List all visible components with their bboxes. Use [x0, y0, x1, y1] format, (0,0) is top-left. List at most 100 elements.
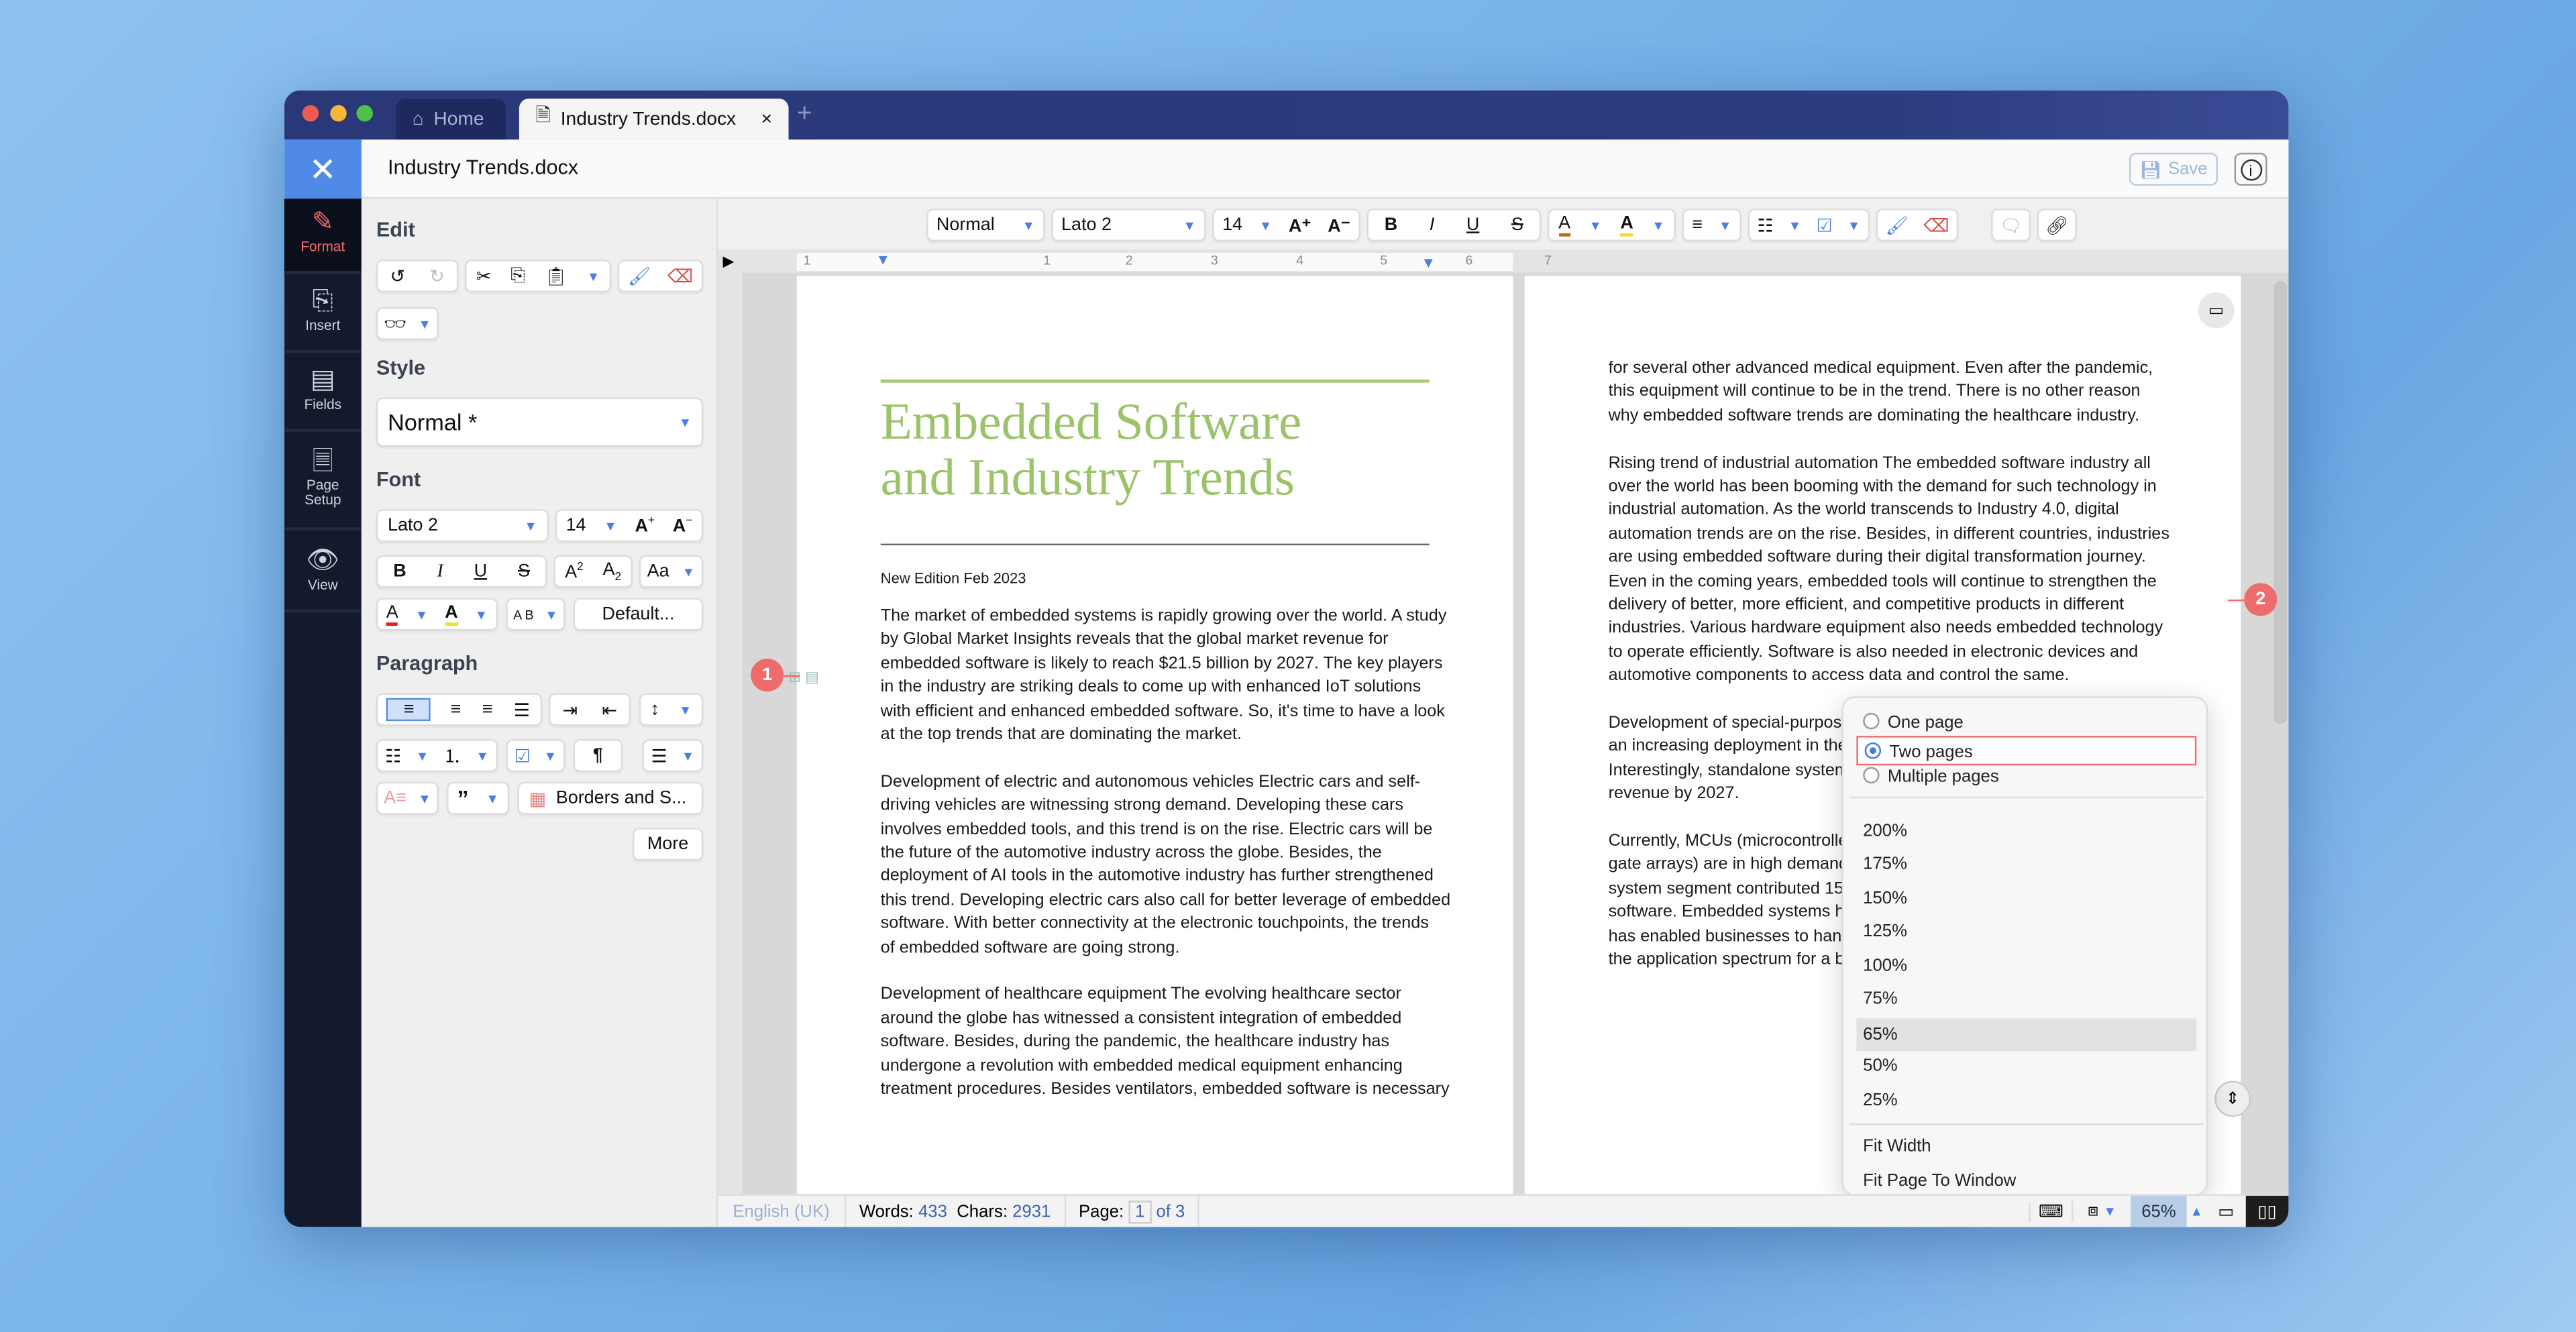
clear-format-icon[interactable]: ⌫	[667, 266, 693, 286]
paragraph[interactable]: Development of electric and autonomous v…	[881, 772, 1450, 961]
comment-button[interactable]: 🗨︎	[1991, 209, 2031, 242]
subscript-icon[interactable]: A2	[602, 560, 621, 584]
minimize-window-button[interactable]	[330, 105, 347, 122]
redo-icon[interactable]: ↻	[429, 266, 445, 286]
page-navigation-button[interactable]: ⇕	[2214, 1080, 2251, 1117]
menu-zoom-100[interactable]: 100%	[1856, 950, 2196, 980]
drop-cap-button[interactable]: A≡ ▼	[376, 781, 439, 815]
bullet-list-icon[interactable]: ☷	[385, 745, 401, 766]
single-page-view-icon[interactable]: ▭	[2206, 1201, 2246, 1221]
zoom-button[interactable]: 65%	[2131, 1195, 2187, 1227]
chevron-down-icon[interactable]: ▼	[475, 607, 488, 622]
decrease-font-icon[interactable]: A−	[673, 515, 693, 536]
horizontal-ruler[interactable]: ▶ 1 1 2 3 4 5 6 7 ▼ ▼	[718, 251, 2289, 273]
chevron-down-icon[interactable]: ▼	[1652, 217, 1664, 232]
menu-zoom-75[interactable]: 75%	[1856, 984, 2196, 1013]
rail-page-setup[interactable]: 🗏 Page Setup	[284, 439, 362, 531]
format-painter-icon[interactable]: 🖌︎	[1885, 215, 1908, 235]
bold-icon[interactable]: B	[1385, 215, 1397, 235]
align-right-icon[interactable]: ≡	[482, 700, 493, 719]
clear-format-icon[interactable]: ⌫	[1923, 215, 1949, 235]
page-1-body[interactable]: The market of embedded systems is rapidl…	[881, 606, 1450, 1127]
link-button[interactable]: 🔗︎	[2037, 209, 2077, 242]
rail-view[interactable]: 👁︎ View	[284, 537, 362, 613]
show-formatting-button[interactable]: ¶	[573, 739, 623, 773]
toolbar-size-select[interactable]: 14	[1222, 215, 1242, 235]
page-1[interactable]: Embedded Software and Industry Trends Ne…	[796, 276, 1513, 1195]
borders-shading-button[interactable]: ▦ Borders and S...	[517, 781, 704, 815]
close-editor-button[interactable]: ✕	[284, 140, 362, 199]
toolbar-style-select[interactable]: Normal ▼	[926, 209, 1045, 242]
right-indent-marker-icon[interactable]: ▼	[1421, 255, 1436, 271]
change-case-button[interactable]: Aa ▼	[639, 555, 704, 588]
paragraph[interactable]: The market of embedded systems is rapidl…	[881, 606, 1450, 748]
increase-font-icon[interactable]: A+	[635, 515, 655, 536]
superscript-icon[interactable]: A2	[565, 561, 584, 582]
character-spacing-button[interactable]: A B ▼	[506, 598, 566, 631]
menu-layout-one-page[interactable]: One page	[1856, 708, 2196, 738]
page-fit-button[interactable]: ⧈ ▼	[2072, 1201, 2131, 1223]
menu-zoom-175[interactable]: 175%	[1856, 849, 2196, 879]
chevron-down-icon[interactable]: ▼	[604, 518, 616, 533]
style-select[interactable]: Normal * ▼	[376, 397, 704, 447]
numbered-list-icon[interactable]: ⒈	[443, 742, 462, 769]
paragraph-handle-icon[interactable]: ⊞ ▤	[789, 669, 819, 687]
paragraph[interactable]: Development of healthcare equipment The …	[881, 985, 1450, 1103]
keyboard-icon[interactable]: ⌨	[2029, 1201, 2072, 1221]
menu-layout-two-pages[interactable]: Two pages	[1856, 734, 2197, 765]
menu-zoom-50[interactable]: 50%	[1856, 1051, 2196, 1080]
close-tab-icon[interactable]: ×	[761, 109, 772, 129]
italic-icon[interactable]: I	[437, 562, 443, 581]
chevron-down-icon[interactable]: ▼	[1259, 217, 1272, 232]
menu-fit-width[interactable]: Fit Width	[1856, 1131, 2196, 1161]
strikethrough-icon[interactable]: S	[518, 562, 530, 581]
undo-icon[interactable]: ↺	[390, 266, 405, 286]
chevron-down-icon[interactable]: ▼	[416, 748, 429, 763]
rail-format[interactable]: ✎ Format	[284, 199, 362, 274]
paste-icon[interactable]: 📋︎	[545, 266, 568, 286]
decrease-font-icon[interactable]: A⁻	[1328, 215, 1350, 235]
scrollbar-thumb[interactable]	[2273, 280, 2288, 725]
zoom-menu-chevron-up-icon[interactable]: ▲	[2187, 1204, 2206, 1219]
tab-industry-trends[interactable]: 🗎 Industry Trends.docx ×	[519, 98, 789, 140]
chevron-down-icon[interactable]: ▼	[1788, 217, 1801, 232]
bold-icon[interactable]: B	[393, 562, 406, 581]
chevron-down-icon[interactable]: ▼	[587, 268, 600, 283]
paragraph[interactable]: for several other advanced medical equip…	[1609, 358, 2169, 429]
menu-fit-page-to-window[interactable]: Fit Page To Window	[1856, 1166, 2196, 1195]
vertical-ruler[interactable]	[718, 272, 743, 1195]
language-button[interactable]: English (UK)	[718, 1195, 847, 1227]
cut-icon[interactable]: ✂	[476, 266, 492, 286]
checkbox-icon[interactable]: ☑	[1816, 215, 1832, 235]
menu-zoom-65[interactable]: 65%	[1856, 1017, 2197, 1051]
tab-home[interactable]: ⌂ Home	[396, 98, 506, 140]
align-left-icon[interactable]: ≡	[386, 698, 431, 722]
underline-icon[interactable]: U	[1466, 215, 1479, 235]
underline-icon[interactable]: U	[474, 562, 487, 581]
toolbar-align[interactable]: ≡ ▼	[1682, 209, 1741, 242]
menu-zoom-150[interactable]: 150%	[1856, 883, 2196, 912]
quote-button[interactable]: ” ▼	[447, 781, 510, 815]
close-window-button[interactable]	[302, 105, 319, 122]
two-page-view-icon[interactable]: ▯▯	[2245, 1195, 2289, 1227]
more-button[interactable]: More	[632, 828, 704, 861]
font-family-select[interactable]: Lato 2 ▼	[376, 509, 549, 543]
info-button[interactable]: i	[2234, 152, 2267, 186]
find-button[interactable]: 👓︎ ▼	[376, 307, 439, 340]
page-number-input[interactable]: 1	[1128, 1199, 1152, 1223]
chevron-down-icon[interactable]: ▼	[415, 607, 428, 622]
toolbar-font-select[interactable]: Lato 2 ▼	[1051, 209, 1206, 242]
default-font-button[interactable]: Default...	[573, 598, 704, 631]
increase-font-icon[interactable]: A⁺	[1289, 215, 1311, 235]
new-tab-button[interactable]: +	[797, 100, 812, 129]
line-spacing-button[interactable]: ↕ ▼	[639, 693, 704, 726]
rail-insert[interactable]: ⎘ Insert	[284, 278, 362, 353]
strikethrough-icon[interactable]: S	[1511, 215, 1523, 235]
save-button[interactable]: 💾︎ Save	[2129, 152, 2218, 186]
indent-marker-icon[interactable]: ▼	[875, 252, 890, 268]
font-color-icon[interactable]: A	[386, 603, 398, 625]
menu-zoom-200[interactable]: 200%	[1856, 816, 2196, 845]
paragraph[interactable]: Rising trend of industrial automation Th…	[1609, 453, 2169, 689]
format-painter-icon[interactable]: 🖌︎	[628, 266, 651, 286]
font-color-icon[interactable]: A	[1558, 213, 1571, 236]
